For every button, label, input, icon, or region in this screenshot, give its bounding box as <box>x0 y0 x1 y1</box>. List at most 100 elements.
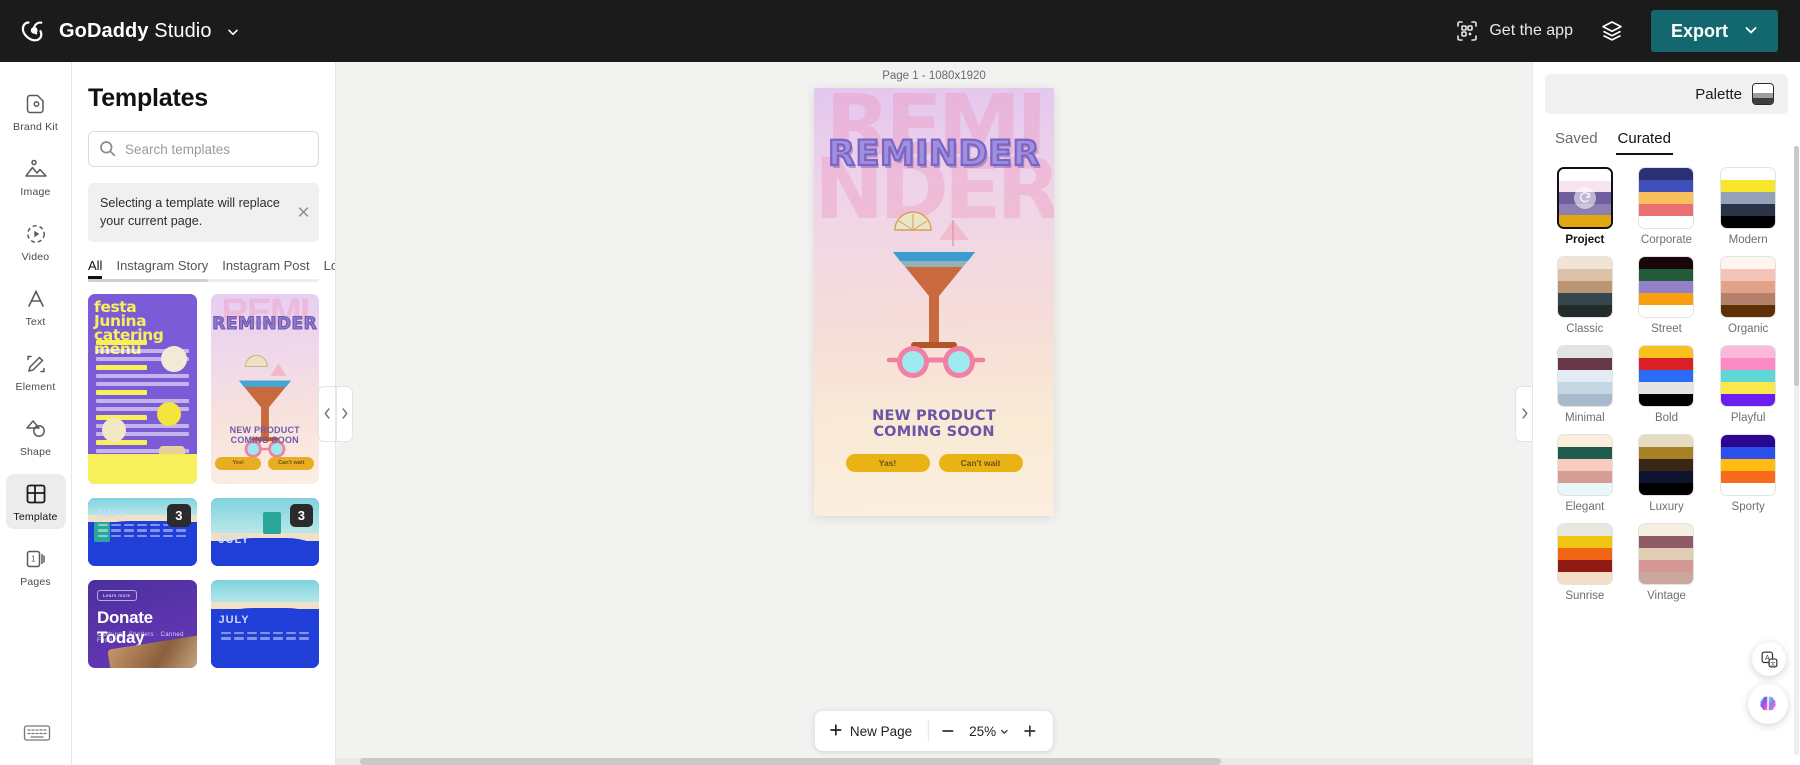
chevron-right-icon <box>342 408 348 419</box>
tab-all[interactable]: All <box>88 258 103 279</box>
tab-instagram-story[interactable]: Instagram Story <box>116 258 208 279</box>
artboard-button-yas[interactable]: Yas! <box>845 454 930 472</box>
palette-item-corporate[interactable]: Corporate <box>1633 167 1701 246</box>
svg-text:文: 文 <box>1770 659 1775 667</box>
artboard-title[interactable]: REMINDER <box>814 133 1054 175</box>
template-grid: festa Junina catering menu <box>72 282 335 678</box>
rail-bottom <box>0 723 71 749</box>
tab-curated[interactable]: Curated <box>1615 130 1674 155</box>
template-icon <box>23 481 49 507</box>
palette-item-sunrise[interactable]: Sunrise <box>1551 523 1619 602</box>
palette-swatch <box>1556 434 1613 496</box>
sidebar-item-label: Video <box>21 251 50 263</box>
template-festa-junina: festa Junina catering menu <box>88 293 197 484</box>
palette-swatch-icon[interactable] <box>1752 83 1774 105</box>
template-july-calendar: JULY 3 <box>88 497 197 566</box>
template-footer <box>88 453 197 484</box>
expand-left-panel-button[interactable] <box>336 385 353 442</box>
template-replace-notice: Selecting a template will replace your c… <box>88 183 319 242</box>
palette-item-bold[interactable]: Bold <box>1633 345 1701 424</box>
tab-logo[interactable]: Log <box>324 258 335 279</box>
palette-item-playful[interactable]: Playful <box>1714 345 1782 424</box>
sidebar-item-element[interactable]: Element <box>6 344 66 399</box>
artboard-subtitle-line1: NEW PRODUCT <box>872 408 996 424</box>
zoom-level-value: 25% <box>969 723 997 739</box>
template-title: REMINDER <box>212 313 318 334</box>
list-item[interactable]: REMI REMINDER NEW PRODUCT COMING SOON Ye… <box>210 293 319 484</box>
tabs-scrollbar[interactable] <box>88 278 319 282</box>
refresh-icon[interactable] <box>1573 187 1596 209</box>
keyboard-icon[interactable] <box>23 723 50 749</box>
canvas-horizontal-scrollbar[interactable] <box>336 758 1532 765</box>
template-pill-label: Learn more <box>97 589 137 601</box>
page-title: Templates <box>88 84 209 112</box>
list-item[interactable]: Learn more Donate Today Clothing · Shelt… <box>88 579 197 668</box>
get-the-app-label: Get the app <box>1489 22 1573 39</box>
zoom-in-button[interactable] <box>1015 716 1045 746</box>
palette-item-minimal[interactable]: Minimal <box>1551 345 1619 424</box>
close-icon[interactable] <box>297 206 310 219</box>
template-page-count-badge: 3 <box>289 503 313 527</box>
list-item[interactable]: JULY 3 <box>210 497 319 566</box>
palette-item-sporty[interactable]: Sporty <box>1714 434 1782 513</box>
palette-scrollbar[interactable] <box>1794 146 1799 755</box>
tabs-scrollbar-thumb[interactable] <box>88 278 209 282</box>
artboard-cocktail-illustration[interactable] <box>869 200 999 390</box>
palette-name: Project <box>1565 234 1605 246</box>
tab-instagram-post[interactable]: Instagram Post <box>222 258 309 279</box>
sidebar-item-image[interactable]: Image <box>6 149 66 204</box>
palette-item-modern[interactable]: Modern <box>1714 167 1782 246</box>
canvas-area[interactable]: Page 1 - 1080x1920 REMI NDER REMINDER NE… <box>336 62 1532 765</box>
search-input[interactable] <box>88 131 319 167</box>
palette-item-street[interactable]: Street <box>1633 256 1701 335</box>
sidebar-item-video[interactable]: Video <box>6 214 66 269</box>
sidebar-item-shape[interactable]: Shape <box>6 409 66 464</box>
palette-name: Minimal <box>1565 412 1605 424</box>
top-bar-actions: Get the app Export <box>1455 10 1778 52</box>
template-category-tabs: All Instagram Story Instagram Post Log <box>72 242 335 279</box>
palette-item-vintage[interactable]: Vintage <box>1633 523 1701 602</box>
shape-icon <box>23 416 49 442</box>
pages-icon: 1 <box>23 546 49 572</box>
translate-icon[interactable]: A 文 <box>1752 642 1786 676</box>
get-the-app-button[interactable]: Get the app <box>1455 19 1573 43</box>
sidebar-item-pages[interactable]: 1 Pages <box>6 539 66 594</box>
palette-item-luxury[interactable]: Luxury <box>1633 434 1701 513</box>
palette-name: Sporty <box>1731 501 1765 513</box>
ai-brain-icon[interactable] <box>1748 684 1788 724</box>
new-page-button[interactable]: New Page <box>823 723 924 740</box>
export-button[interactable]: Export <box>1650 10 1778 52</box>
sidebar-item-text[interactable]: Text <box>6 279 66 334</box>
tab-saved[interactable]: Saved <box>1555 130 1598 155</box>
list-item[interactable]: festa Junina catering menu <box>88 293 197 484</box>
zoom-level-selector[interactable]: 25% <box>967 724 1011 739</box>
palette-item-elegant[interactable]: Elegant <box>1551 434 1619 513</box>
artboard-buttons: Yas! Can't wait <box>814 454 1054 472</box>
palette-scrollbar-thumb[interactable] <box>1794 146 1799 386</box>
element-icon <box>23 351 49 377</box>
artboard-button-cant-wait[interactable]: Can't wait <box>938 454 1023 472</box>
plus-icon <box>829 723 843 740</box>
chevron-right-icon <box>1521 408 1527 419</box>
sidebar-item-label: Text <box>25 316 46 328</box>
palette-item-classic[interactable]: Classic <box>1551 256 1619 335</box>
artboard[interactable]: REMI NDER REMINDER NEW PRODUCT COMING SO… <box>814 88 1054 516</box>
canvas-scrollbar-thumb[interactable] <box>359 758 1222 765</box>
layers-icon[interactable] <box>1599 18 1625 44</box>
tool-rail: Brand Kit Image Video Text Element Shape… <box>0 62 72 765</box>
palette-item-organic[interactable]: Organic <box>1714 256 1782 335</box>
palette-header[interactable]: Palette <box>1545 74 1788 114</box>
palette-name: Corporate <box>1640 234 1693 246</box>
expand-right-panel-button[interactable] <box>1515 385 1532 442</box>
list-item[interactable]: JULY 3 <box>88 497 197 566</box>
collapse-templates-panel-button[interactable] <box>318 385 335 442</box>
brand-menu[interactable]: GoDaddy Studio <box>20 16 239 46</box>
list-item[interactable]: JULY <box>210 579 319 668</box>
sidebar-item-template[interactable]: Template <box>5 474 66 529</box>
artboard-subtitle[interactable]: NEW PRODUCT COMING SOON <box>814 408 1054 440</box>
sidebar-item-brand-kit[interactable]: Brand Kit <box>6 84 66 139</box>
palette-item-project[interactable]: Project <box>1551 167 1619 246</box>
zoom-out-button[interactable] <box>933 716 963 746</box>
palette-name: Street <box>1651 323 1682 335</box>
template-title: JULY <box>218 613 250 626</box>
